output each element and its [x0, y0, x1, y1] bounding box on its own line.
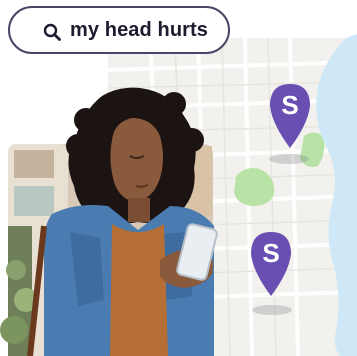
pin-letter: S	[262, 238, 279, 268]
pin-shadow	[269, 154, 309, 164]
search-query: my head hurts	[70, 18, 208, 41]
pin-letter: S	[281, 90, 298, 120]
search-icon	[43, 23, 61, 41]
woman-looking-at-phone	[27, 87, 218, 356]
pin-shadow	[252, 305, 292, 315]
search-bar[interactable]: my head hurts	[8, 6, 230, 54]
